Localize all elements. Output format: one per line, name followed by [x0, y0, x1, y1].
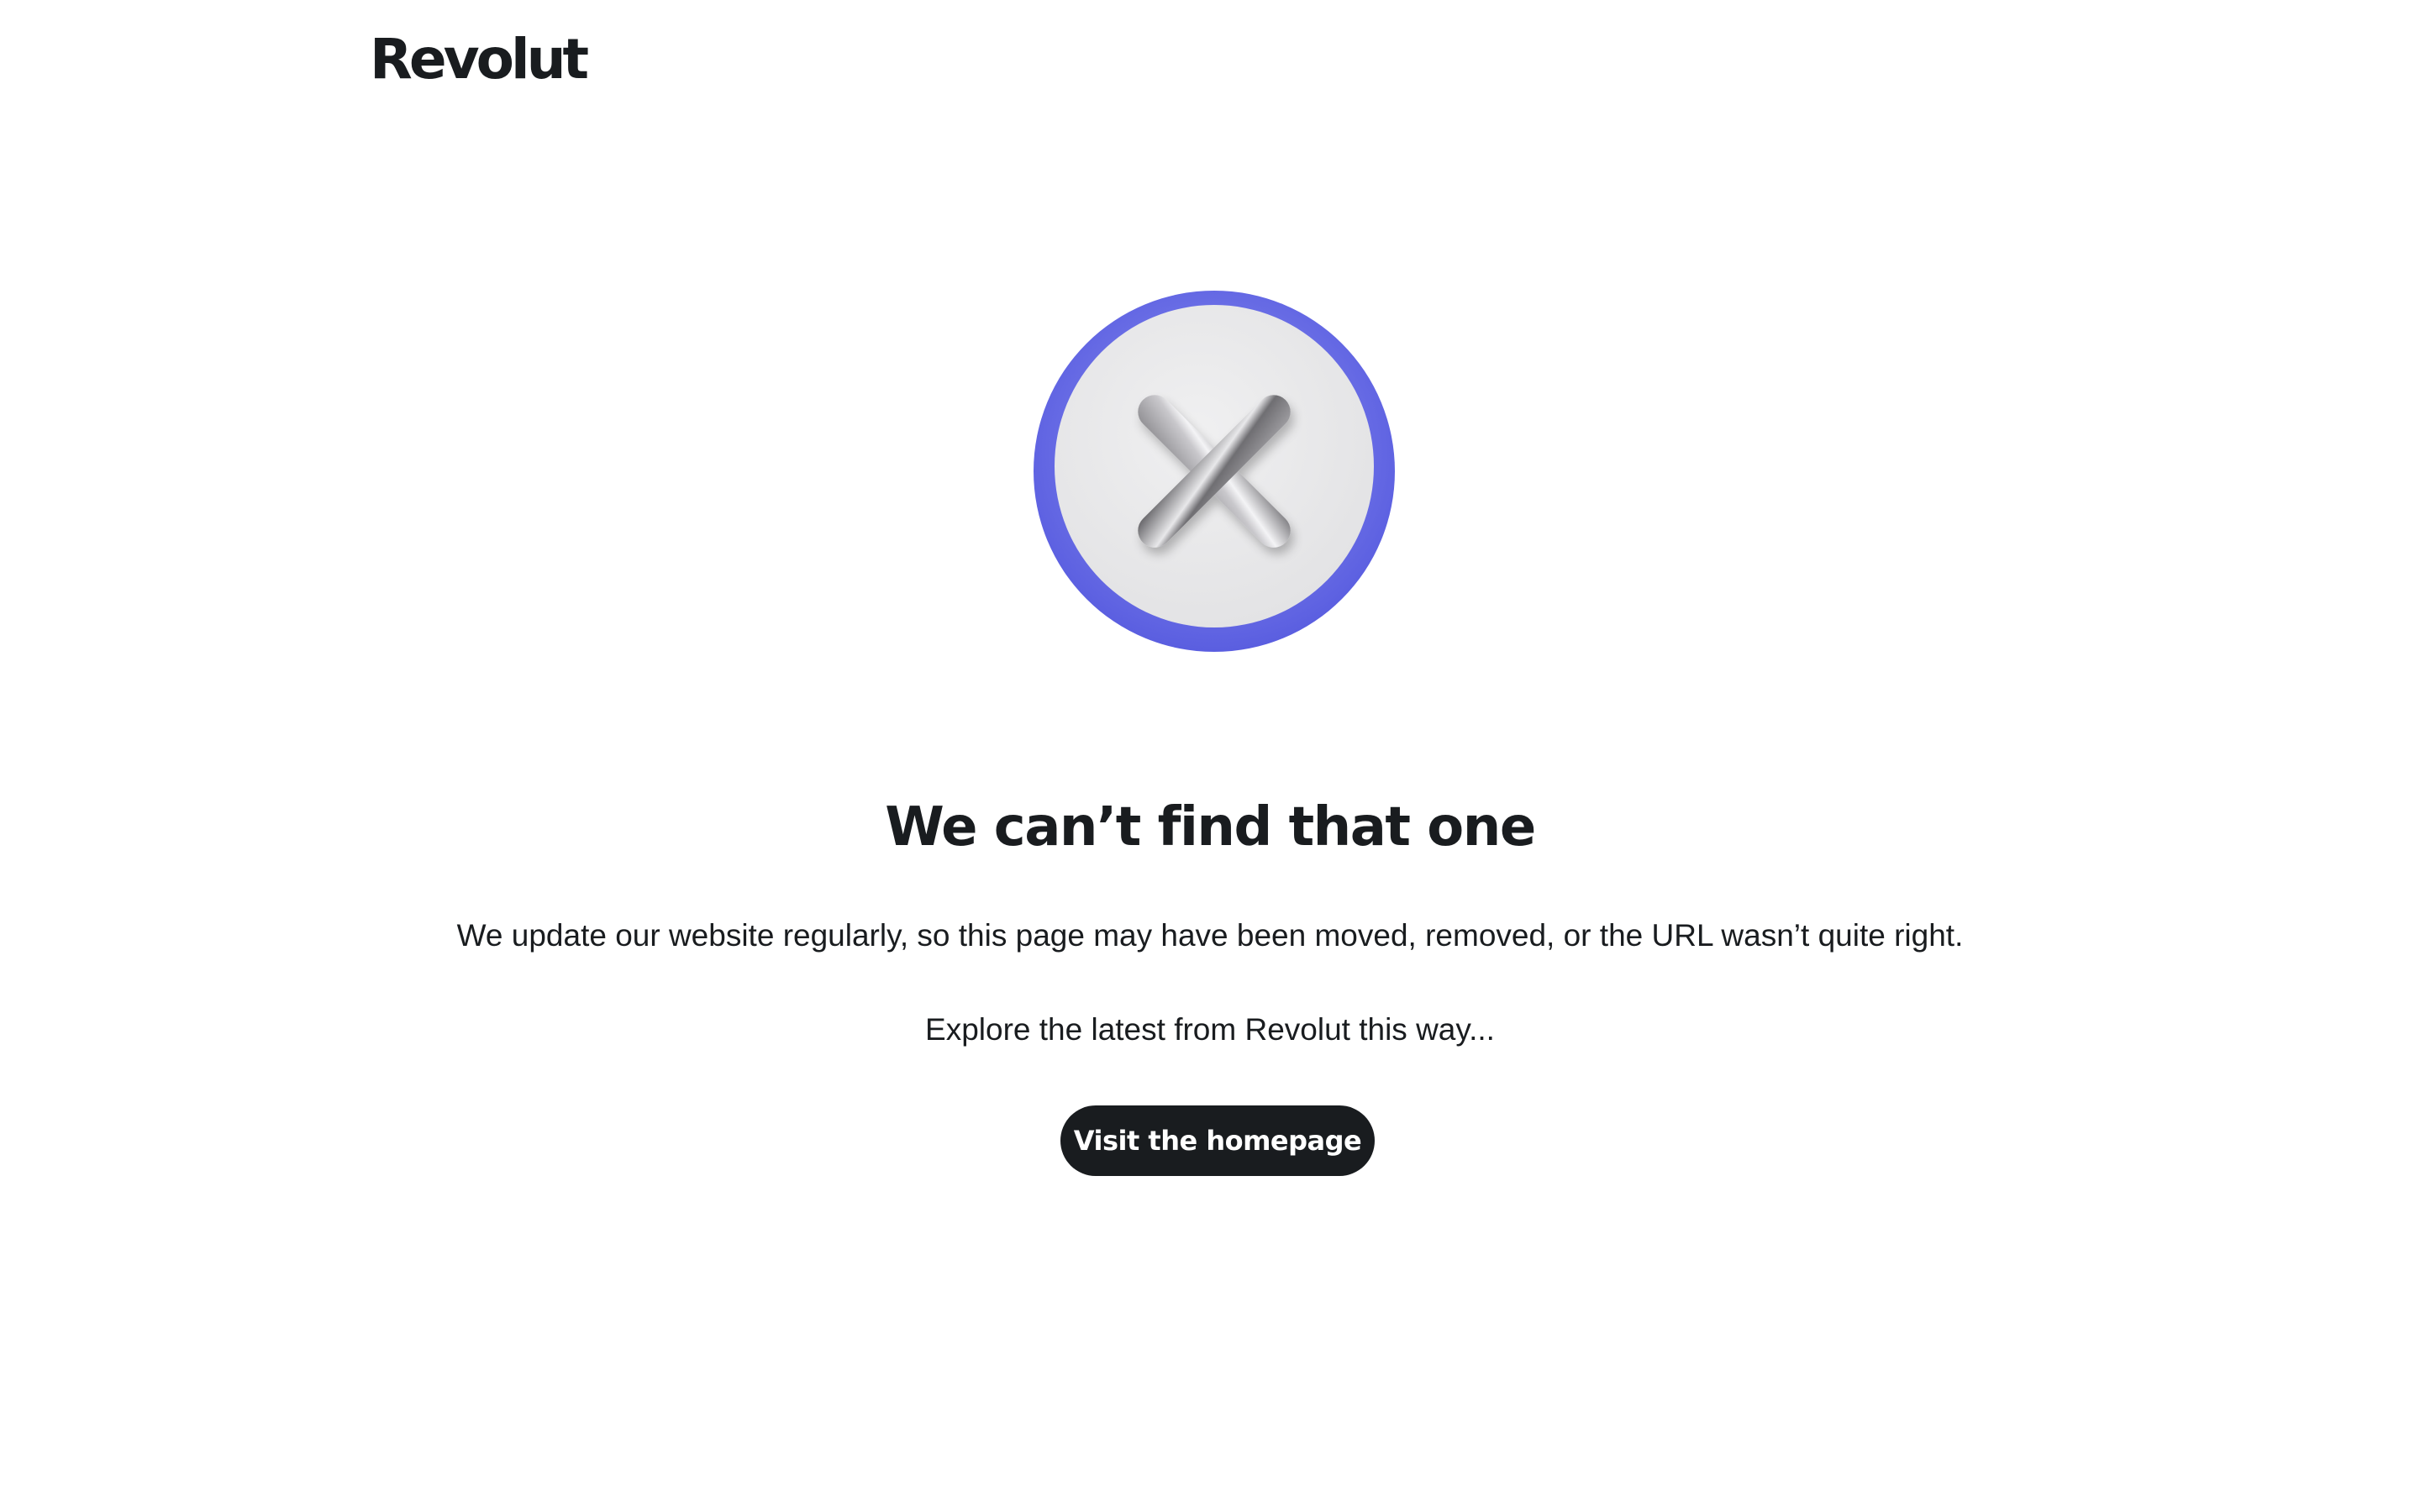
error-illustration [1034, 291, 1395, 652]
revolut-logo[interactable]: Revolut [370, 30, 589, 89]
site-header: Revolut [370, 30, 589, 89]
explore-text: Explore the latest from Revolut this way… [925, 1012, 1495, 1047]
visit-homepage-button[interactable]: Visit the homepage [1060, 1105, 1375, 1176]
close-x-icon [1034, 291, 1395, 652]
page-title: We can’t find that one [885, 796, 1536, 858]
error-description: We update our website regularly, so this… [456, 918, 1964, 953]
not-found-content: We can’t find that one We update our web… [0, 790, 2420, 1176]
